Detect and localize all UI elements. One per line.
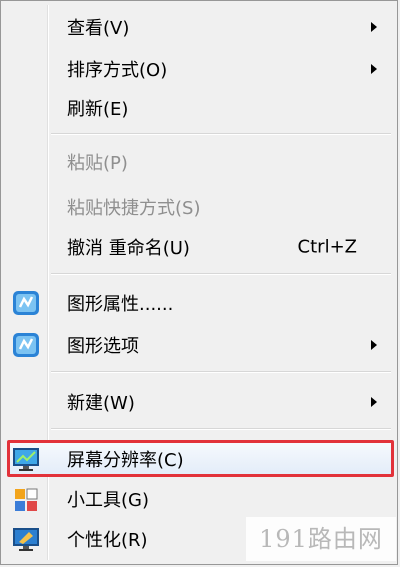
submenu-arrow-icon <box>371 64 377 74</box>
menu-item-label: 新建(W) <box>67 393 135 414</box>
menu-item-undo-rename[interactable]: 撤消 重命名(U) Ctrl+Z <box>1 229 399 265</box>
intel-graphics-icon <box>11 331 41 359</box>
menu-item-sort[interactable]: 排序方式(O) <box>1 51 399 87</box>
menu-item-graphics-options[interactable]: 图形选项 <box>1 327 399 363</box>
menu-item-label: 粘贴(P) <box>67 153 128 174</box>
menu-item-label: 撤消 重命名(U) <box>67 238 190 259</box>
submenu-arrow-icon <box>371 397 377 407</box>
menu-item-graphics-properties[interactable]: 图形属性...... <box>1 285 399 321</box>
menu-item-label: 查看(V) <box>67 18 130 39</box>
menu-item-paste[interactable]: 粘贴(P) <box>1 144 399 180</box>
gadgets-icon <box>11 485 41 513</box>
menu-item-gadgets[interactable]: 小工具(G) <box>1 481 399 517</box>
menu-item-label: 屏幕分辨率(C) <box>67 450 184 471</box>
menu-item-view[interactable]: 查看(V) <box>1 9 399 45</box>
menu-item-shortcut: Ctrl+Z <box>297 236 357 258</box>
menu-separator <box>51 133 391 135</box>
submenu-arrow-icon <box>371 340 377 350</box>
menu-item-label: 刷新(E) <box>67 99 129 120</box>
submenu-arrow-icon <box>371 22 377 32</box>
watermark: 191路由网 <box>246 517 396 561</box>
menu-separator <box>51 273 391 275</box>
menu-separator <box>51 371 391 373</box>
menu-item-label: 小工具(G) <box>67 490 149 511</box>
menu-item-screen-resolution[interactable]: 屏幕分辨率(C) <box>1 441 399 477</box>
monitor-icon <box>11 445 41 473</box>
menu-item-refresh[interactable]: 刷新(E) <box>1 90 399 126</box>
menu-item-label: 排序方式(O) <box>67 60 168 81</box>
menu-item-paste-shortcut[interactable]: 粘贴快捷方式(S) <box>1 189 399 225</box>
menu-item-new[interactable]: 新建(W) <box>1 384 399 420</box>
personalize-monitor-icon <box>11 525 41 553</box>
menu-item-label: 图形属性...... <box>67 294 174 315</box>
menu-item-label: 粘贴快捷方式(S) <box>67 198 201 219</box>
menu-separator <box>51 428 391 430</box>
menu-item-label: 图形选项 <box>67 336 139 357</box>
desktop-context-menu: 查看(V) 排序方式(O) 刷新(E) 粘贴(P) 粘贴快捷方式(S) 撤消 重… <box>0 0 398 565</box>
menu-item-label: 个性化(R) <box>67 530 148 551</box>
intel-graphics-icon <box>11 289 41 317</box>
